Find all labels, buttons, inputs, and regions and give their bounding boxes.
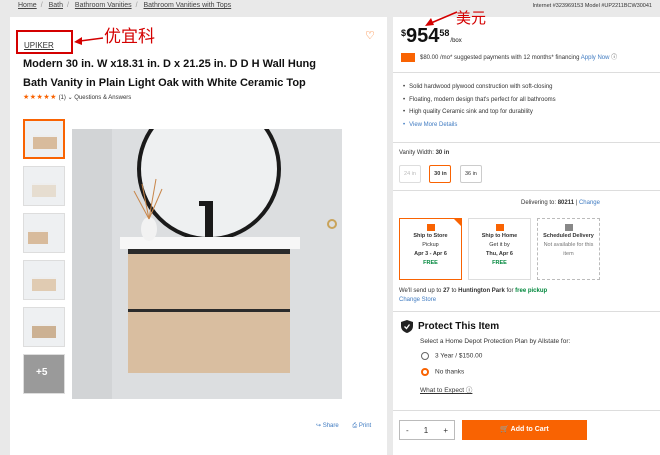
store-box-icon — [426, 224, 435, 231]
variant-option-36[interactable]: 36 in — [459, 165, 482, 183]
what-to-expect-link[interactable]: What to Expect ⓘ — [420, 384, 472, 394]
change-store-link[interactable]: Change Store — [399, 297, 436, 303]
ship-to-home-option[interactable]: Ship to Home Get it by Thu, Apr 6 FREE — [468, 218, 531, 280]
credit-card-icon — [401, 52, 415, 62]
qty-minus-button[interactable]: - — [406, 426, 409, 435]
protect-subtitle: Select a Home Depot Protection Plan by A… — [420, 338, 571, 345]
variant-option-24[interactable]: 24 in — [399, 165, 421, 183]
variant-option-30[interactable]: 30 in — [429, 165, 452, 183]
qa-link[interactable]: Questions & Answers — [74, 95, 131, 101]
divider — [393, 72, 660, 73]
info-icon[interactable]: ⓘ — [611, 55, 617, 61]
apply-now-link[interactable]: Apply Now — [581, 55, 610, 61]
bullet-item: High quality Ceramic sink and top for du… — [403, 106, 556, 119]
protection-plan-3yr[interactable]: 3 Year / $150.00 — [421, 352, 482, 360]
quantity-stepper: - 1 + — [399, 420, 455, 440]
qty-plus-button[interactable]: + — [443, 426, 448, 435]
share-print-row: ↪ Share ⎙ Print — [316, 422, 383, 430]
thumbnail[interactable] — [23, 307, 65, 347]
thumbnail[interactable] — [23, 260, 65, 300]
price: $95458/box — [401, 25, 462, 47]
delivery-zip: Delivering to: 80211 | Change — [521, 200, 600, 206]
divider — [393, 142, 660, 143]
chevron-down-icon: ⌄ — [67, 95, 73, 101]
breadcrumb-home[interactable]: Home — [18, 2, 37, 9]
add-to-cart-button[interactable]: 🛒 Add to Cart — [462, 420, 587, 440]
product-title: Modern 30 in. W x18.31 in. D x 21.25 in.… — [23, 58, 316, 89]
thumbnail-strip: +5 — [23, 119, 65, 401]
ship-to-store-option[interactable]: Ship to Store Pickup Apr 3 - Apr 6 FREE — [399, 218, 462, 280]
scheduled-delivery-option: Scheduled Delivery Not available for thi… — [537, 218, 600, 280]
more-thumbnails[interactable]: +5 — [23, 354, 65, 394]
more-count: +5 — [36, 367, 48, 378]
product-ids: Internet #323969153 Model #UP2211BCW3004… — [532, 3, 652, 9]
change-zip-link[interactable]: Change — [579, 200, 600, 206]
annotation-price-text: 美元 — [456, 9, 487, 27]
review-count: (1) — [58, 95, 66, 101]
breadcrumb: Home / Bath / Bathroom Vanities / Bathroom … — [18, 2, 232, 9]
breadcrumb-vanities-with-tops[interactable]: Bathroom Vanities with Tops — [144, 2, 232, 9]
print-link[interactable]: ⎙ Print — [352, 423, 377, 429]
breadcrumb-bath[interactable]: Bath — [49, 2, 63, 9]
calendar-icon — [564, 224, 573, 231]
divider — [393, 311, 660, 312]
thumbnail[interactable] — [23, 119, 65, 159]
view-more-details-link[interactable]: View More Details — [403, 119, 556, 132]
variant-options: 24 in 30 in 36 in — [399, 162, 486, 183]
qty-value[interactable]: 1 — [424, 426, 428, 435]
favorite-heart-icon[interactable]: ♡ — [365, 29, 375, 42]
financing-row: $80.00 /mo* suggested payments with 12 m… — [401, 52, 617, 62]
annotation-brand-text: 优宜科 — [104, 27, 155, 47]
product-media-panel: UPIKER 优宜科 ♡ Modern 30 in. W x18.31 in. … — [10, 17, 387, 455]
protection-plan-none[interactable]: No thanks — [421, 368, 464, 376]
main-product-image — [72, 129, 342, 399]
variant-label: Vanity Width: 30 in — [399, 150, 450, 156]
breadcrumb-bathroom-vanities[interactable]: Bathroom Vanities — [75, 2, 132, 9]
shield-icon — [401, 320, 413, 333]
buy-box-panel: $95458/box 美元 $80.00 /mo* suggested paym… — [393, 9, 660, 455]
rating-stars-icon: ★★★★★ — [23, 94, 57, 101]
thumbnail[interactable] — [23, 166, 65, 206]
divider — [393, 190, 660, 191]
feature-bullets: Solid hardwood plywood construction with… — [403, 81, 556, 131]
brand-link[interactable]: UPIKER — [24, 41, 54, 50]
divider — [393, 410, 660, 411]
rating-row[interactable]: ★★★★★ (1) ⌄ Questions & Answers — [23, 93, 131, 101]
protect-title: Protect This Item — [401, 320, 499, 333]
share-link[interactable]: ↪ Share — [316, 423, 345, 429]
pickup-info: We'll send up to 27 to Huntington Park f… — [399, 288, 548, 303]
cart-icon: 🛒 — [500, 426, 509, 433]
home-box-icon — [495, 224, 504, 231]
bullet-item: Floating, modern design that's perfect f… — [403, 94, 556, 107]
bullet-item: Solid hardwood plywood construction with… — [403, 81, 556, 94]
thumbnail[interactable] — [23, 213, 65, 253]
annotation-arrow — [425, 11, 458, 26]
annotation-arrow — [74, 37, 104, 45]
